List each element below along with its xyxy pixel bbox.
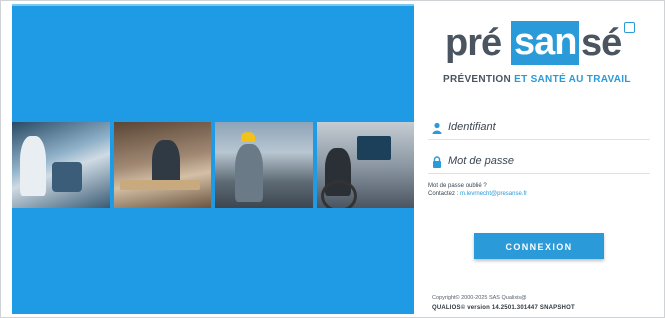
- tagline-prevention: PRÉVENTION: [443, 74, 512, 85]
- contact-line: Contactez : m.levrnecht@presanse.fr: [428, 190, 527, 198]
- logo-text-san: san: [511, 21, 580, 65]
- copyright-text: Copyright© 2000-2025 SAS Qualixis@: [432, 295, 527, 301]
- logo-text-pre: pré: [445, 22, 502, 64]
- user-icon: [432, 122, 442, 134]
- version-text: QUALIOS© version 14.2501.301447 SNAPSHOT: [432, 305, 575, 311]
- lock-icon: [433, 156, 441, 168]
- password-field[interactable]: Mot de passe: [428, 153, 650, 174]
- hero-panel: [12, 4, 414, 314]
- tagline-sante: ET SANTÉ AU TRAVAIL: [514, 74, 631, 85]
- photo-carpenter: [113, 122, 211, 208]
- top-accent-line: [12, 4, 414, 6]
- identifiant-field[interactable]: Identifiant: [428, 119, 650, 140]
- photo-strip: [12, 122, 414, 208]
- logo-text-post: sé: [581, 22, 622, 64]
- presanse-logo: pré san sé: [445, 21, 645, 70]
- forgot-password-block: Mot de passe oublié ? Contactez : m.levr…: [428, 182, 527, 198]
- identifiant-placeholder: Identifiant: [448, 121, 496, 133]
- password-placeholder: Mot de passe: [448, 155, 515, 167]
- photo-lab-worker: [12, 122, 110, 208]
- connexion-button[interactable]: CONNEXION: [474, 233, 604, 259]
- logo-mark-icon: [624, 22, 635, 33]
- tagline: PRÉVENTION ET SANTÉ AU TRAVAIL: [443, 74, 631, 85]
- contact-prefix: Contactez :: [428, 191, 459, 197]
- forgot-password-link[interactable]: Mot de passe oublié ?: [428, 182, 527, 190]
- contact-email-link[interactable]: m.levrnecht@presanse.fr: [460, 191, 527, 197]
- login-panel: pré san sé PRÉVENTION ET SANTÉ AU TRAVAI…: [414, 4, 664, 314]
- photo-industrial-worker: [215, 122, 313, 208]
- photo-office-wheelchair: [316, 122, 414, 208]
